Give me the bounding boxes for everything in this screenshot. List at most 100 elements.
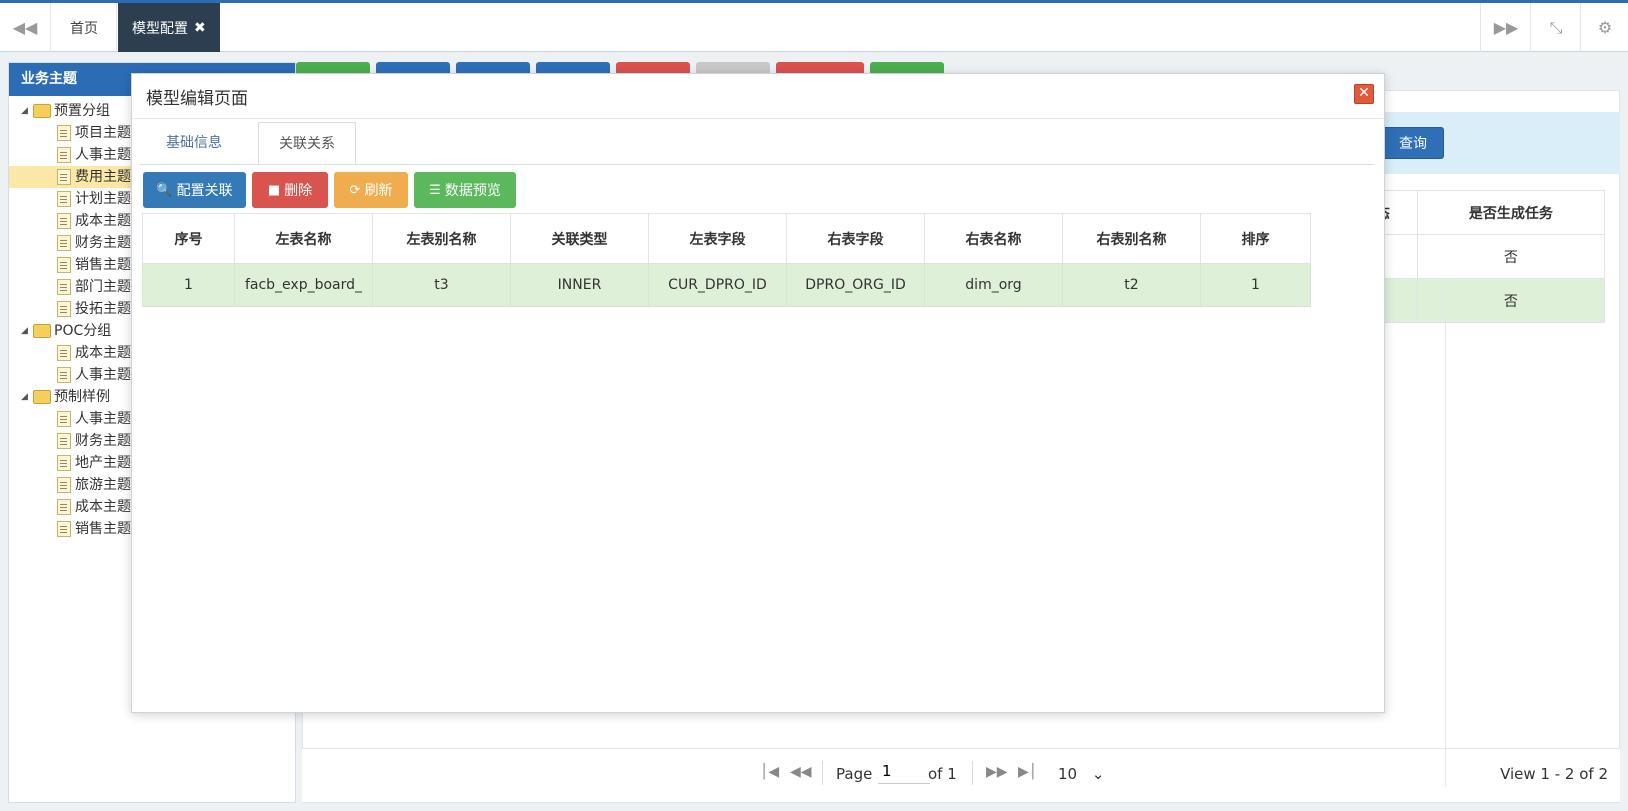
top-tab-bar: ◀◀ 首页 模型配置 ✖ ▶▶ ⤡ ⚙ [0,0,1628,52]
tree-item-label: 旅游主题 [75,477,131,493]
page-label: Page [836,765,873,783]
column-header[interactable]: 右表名称 [924,213,1063,264]
tree-item-label: 成本主题 [75,213,131,229]
table-cell: 1 [1200,263,1311,307]
refresh-icon: ⟳ [349,182,361,198]
tree-item-label: 人事主题 [75,147,131,163]
table-cell: facb_exp_board_ [234,263,373,307]
column-header[interactable]: 左表字段 [648,213,787,264]
tree-item-label: 人事主题 [75,367,131,383]
document-icon [57,235,71,251]
column-header[interactable]: 序号 [142,213,235,264]
gear-icon[interactable]: ⚙ [1580,3,1628,52]
document-icon [57,521,71,537]
document-icon [57,213,71,229]
page-size-value: 10 [1058,765,1078,783]
document-icon [57,433,71,449]
list-icon: ☰ [429,182,441,198]
document-icon [57,499,71,515]
delete-button[interactable]: ■ 删除 [252,172,328,208]
tree-item-label: 投拓主题 [75,301,131,317]
tab-relations[interactable]: 关联关系 [258,122,356,164]
query-button[interactable]: 查询 [1382,127,1444,159]
model-edit-dialog: 模型编辑页面 ✕ 基础信息 关联关系 [131,73,1446,787]
dialog-title: 模型编辑页面 [146,89,248,109]
tree-item-label: 销售主题 [75,257,131,273]
config-relation-label: 配置关联 [176,183,233,199]
document-icon [57,345,71,361]
backward-icon[interactable]: ◀◀ [0,3,51,52]
tree-item-label: 地产主题 [75,455,131,471]
last-page-icon[interactable]: ▶│ [1018,764,1037,780]
divider [972,761,973,785]
column-header[interactable]: 右表别名称 [1062,213,1201,264]
tree-item-label: 财务主题 [75,433,131,449]
forward-icon[interactable]: ▶▶ [1480,3,1531,52]
data-preview-button[interactable]: ☰ 数据预览 [414,172,516,208]
table-cell: dim_org [924,263,1063,307]
folder-icon [33,390,51,404]
document-icon [57,147,71,163]
prev-page-icon[interactable]: ◀◀ [790,764,812,780]
relation-grid: 序号 左表名称 左表别名称 关联类型 左表字段 右表字段 右表名称 右表别名称 排序 1 facb… [142,213,1311,307]
divider [822,761,823,785]
table-cell: 1 [142,263,235,307]
expand-toggle-icon[interactable]: ◢ [21,386,28,408]
next-page-icon[interactable]: ▶▶ [986,764,1008,780]
document-icon [57,455,71,471]
table-cell: INNER [510,263,649,307]
table-cell: DPRO_ORG_ID [786,263,925,307]
expand-toggle-icon[interactable]: ◢ [21,320,28,342]
tree-group-label: 预制样例 [54,389,110,405]
column-header: 是否生成任务 [1416,190,1606,235]
column-header[interactable]: 排序 [1200,213,1311,264]
document-icon [57,279,71,295]
tree-item-label: 费用主题 [75,169,131,185]
close-icon[interactable]: ✖ [194,20,206,36]
tab-home[interactable]: 首页 [52,3,117,52]
close-icon[interactable]: ✕ [1354,84,1374,104]
tree-item-label: 成本主题 [75,499,131,515]
table-cell: t3 [372,263,511,307]
table-cell: CUR_DPRO_ID [648,263,787,307]
document-icon [57,125,71,141]
tree-group-label: POC分组 [54,323,112,339]
scrollbar[interactable] [1445,287,1454,787]
page-count: of 1 [928,765,957,783]
table-cell: 否 [1416,234,1606,279]
column-header[interactable]: 左表别名称 [372,213,511,264]
document-icon [57,367,71,383]
folder-icon [33,104,51,118]
document-icon [57,257,71,273]
config-relation-button[interactable]: 🔍 配置关联 [143,172,246,208]
tab-model-config[interactable]: 模型配置 ✖ [118,3,220,52]
trash-icon: ■ [267,182,281,198]
tree-group-label: 预置分组 [54,103,110,119]
refresh-button[interactable]: ⟳ 刷新 [334,172,408,208]
page-size-select[interactable]: 10 ⌄ [1058,765,1104,783]
column-header[interactable]: 左表名称 [234,213,373,264]
zoom-icon: 🔍 [156,182,173,198]
tree-item-label: 人事主题 [75,411,131,427]
first-page-icon[interactable]: │◀ [760,764,779,780]
tree-item-label: 部门主题 [75,279,131,295]
data-preview-label: 数据预览 [444,183,501,199]
column-header[interactable]: 右表字段 [786,213,925,264]
document-icon [57,191,71,207]
refresh-label: 刷新 [364,183,393,199]
column-header[interactable]: 关联类型 [510,213,649,264]
table-row[interactable]: 1 facb_exp_board_ t3 INNER CUR_DPRO_ID DPRO_O… [142,263,1311,307]
page-input[interactable] [878,759,930,784]
tab-home-label: 首页 [70,20,98,37]
dialog-tabs: 基础信息 关联关系 [140,122,1374,165]
divider [132,118,1384,119]
document-icon [57,169,71,185]
folder-icon [33,324,51,338]
expand-toggle-icon[interactable]: ◢ [21,100,28,122]
tab-basic-info[interactable]: 基础信息 [146,122,242,164]
document-icon [57,411,71,427]
document-icon [57,301,71,317]
tab-model-config-label: 模型配置 [132,20,188,37]
fullscreen-icon[interactable]: ⤡ [1530,3,1581,52]
document-icon [57,477,71,493]
